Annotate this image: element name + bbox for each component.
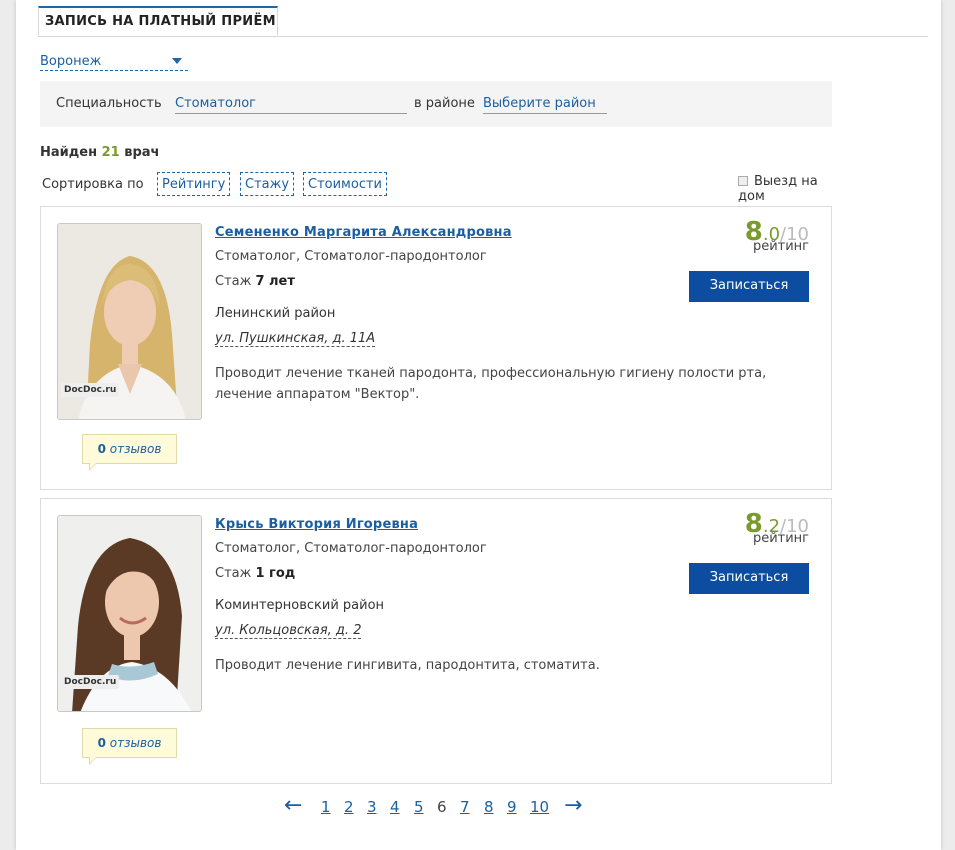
page-link-8[interactable]: 8 bbox=[484, 798, 494, 816]
doctor-experience: Стаж 7 лет bbox=[215, 274, 295, 289]
home-visit-filter[interactable]: Выезд на дом bbox=[738, 174, 832, 204]
sort-row: Сортировка по Рейтингу Стажу Стоимости В… bbox=[40, 172, 832, 204]
doctor-photo[interactable]: DocDoc.ru bbox=[57, 223, 202, 420]
sort-by-experience-button[interactable]: Стажу bbox=[240, 172, 295, 196]
page-current-6: 6 bbox=[437, 798, 447, 816]
page-link-10[interactable]: 10 bbox=[530, 798, 549, 816]
doctor-district: Коминтерновский район bbox=[215, 598, 385, 613]
home-visit-checkbox[interactable] bbox=[738, 176, 748, 186]
reviews-count: 0 bbox=[97, 736, 106, 750]
photo-watermark: DocDoc.ru bbox=[61, 675, 120, 689]
experience-label: Стаж bbox=[215, 274, 252, 289]
found-prefix: Найден bbox=[40, 145, 98, 160]
doctor-specialty: Стоматолог, Стоматолог-пародонтолог bbox=[215, 249, 487, 264]
chevron-down-icon bbox=[172, 58, 182, 64]
page-link-1[interactable]: 1 bbox=[321, 798, 331, 816]
tab-bar: ЗАПИСЬ НА ПЛАТНЫЙ ПРИЁМ bbox=[38, 0, 928, 37]
page-link-4[interactable]: 4 bbox=[390, 798, 400, 816]
speech-tail-inner bbox=[90, 757, 96, 763]
specialty-label: Специальность bbox=[56, 96, 162, 111]
city-select[interactable]: Воронеж bbox=[40, 53, 188, 71]
doctor-address-link[interactable]: ул. Кольцовская, д. 2 bbox=[215, 623, 362, 639]
doctor-rating: 8.0/10 рейтинг bbox=[689, 217, 809, 254]
prev-page-arrow-icon[interactable]: ← bbox=[284, 793, 302, 818]
sort-by-rating-button[interactable]: Рейтингу bbox=[157, 172, 231, 196]
photo-watermark: DocDoc.ru bbox=[61, 383, 120, 397]
doctor-description: Проводит лечение гингивита, пародонтита,… bbox=[215, 658, 600, 673]
doctor-experience: Стаж 1 год bbox=[215, 566, 295, 581]
doctor-name-link[interactable]: Крысь Виктория Игоревна bbox=[215, 517, 418, 532]
reviews-count: 0 bbox=[97, 442, 106, 456]
reviews-badge[interactable]: 0 отзывов bbox=[82, 434, 177, 471]
doctor-district: Ленинский район bbox=[215, 306, 336, 321]
sort-by-price-button[interactable]: Стоимости bbox=[303, 172, 387, 196]
home-visit-label: Выезд на дом bbox=[738, 174, 818, 204]
tab-paid-appointment[interactable]: ЗАПИСЬ НА ПЛАТНЫЙ ПРИЁМ bbox=[38, 6, 278, 36]
doctor-card: DocDoc.ru 0 отзывов Крысь Виктория Игоре… bbox=[40, 498, 832, 784]
doctor-photo[interactable]: DocDoc.ru bbox=[57, 515, 202, 712]
doctor-description: Проводит лечение тканей пародонта, профе… bbox=[215, 366, 767, 402]
reviews-badge[interactable]: 0 отзывов bbox=[82, 728, 177, 765]
page-link-3[interactable]: 3 bbox=[367, 798, 377, 816]
city-select-value: Воронеж bbox=[40, 54, 102, 69]
doctor-specialty: Стоматолог, Стоматолог-пародонтолог bbox=[215, 541, 487, 556]
doctor-card: DocDoc.ru 0 отзывов Семененко Маргарита … bbox=[40, 206, 832, 490]
speech-tail-inner bbox=[90, 463, 96, 469]
found-number: 21 bbox=[101, 145, 120, 160]
reviews-label: отзывов bbox=[109, 442, 162, 456]
doctor-name-link[interactable]: Семененко Маргарита Александровна bbox=[215, 225, 512, 240]
sort-label: Сортировка по bbox=[42, 177, 144, 192]
experience-value: 1 год bbox=[255, 566, 296, 581]
found-suffix: врач bbox=[124, 145, 160, 160]
district-select[interactable]: Выберите район bbox=[483, 96, 607, 114]
book-online-button[interactable]: Записаться онлайн bbox=[689, 271, 809, 302]
page-link-5[interactable]: 5 bbox=[414, 798, 424, 816]
doctor-address-link[interactable]: ул. Пушкинская, д. 11А bbox=[215, 331, 376, 347]
experience-label: Стаж bbox=[215, 566, 252, 581]
page-link-9[interactable]: 9 bbox=[507, 798, 517, 816]
next-page-arrow-icon[interactable]: → bbox=[564, 793, 582, 818]
book-online-button[interactable]: Записаться онлайн bbox=[689, 563, 809, 594]
experience-value: 7 лет bbox=[255, 274, 295, 289]
page-link-7[interactable]: 7 bbox=[460, 798, 470, 816]
district-label: в районе bbox=[414, 96, 475, 111]
page-link-2[interactable]: 2 bbox=[344, 798, 354, 816]
specialty-select[interactable]: Стоматолог bbox=[175, 96, 407, 114]
page-container: ЗАПИСЬ НА ПЛАТНЫЙ ПРИЁМ Воронеж Специаль… bbox=[16, 0, 941, 850]
filter-panel: Специальность Стоматолог в районе Выбери… bbox=[40, 81, 832, 127]
reviews-label: отзывов bbox=[109, 736, 162, 750]
found-count: Найден 21 врач bbox=[40, 145, 159, 160]
doctor-rating: 8.2/10 рейтинг bbox=[689, 509, 809, 546]
